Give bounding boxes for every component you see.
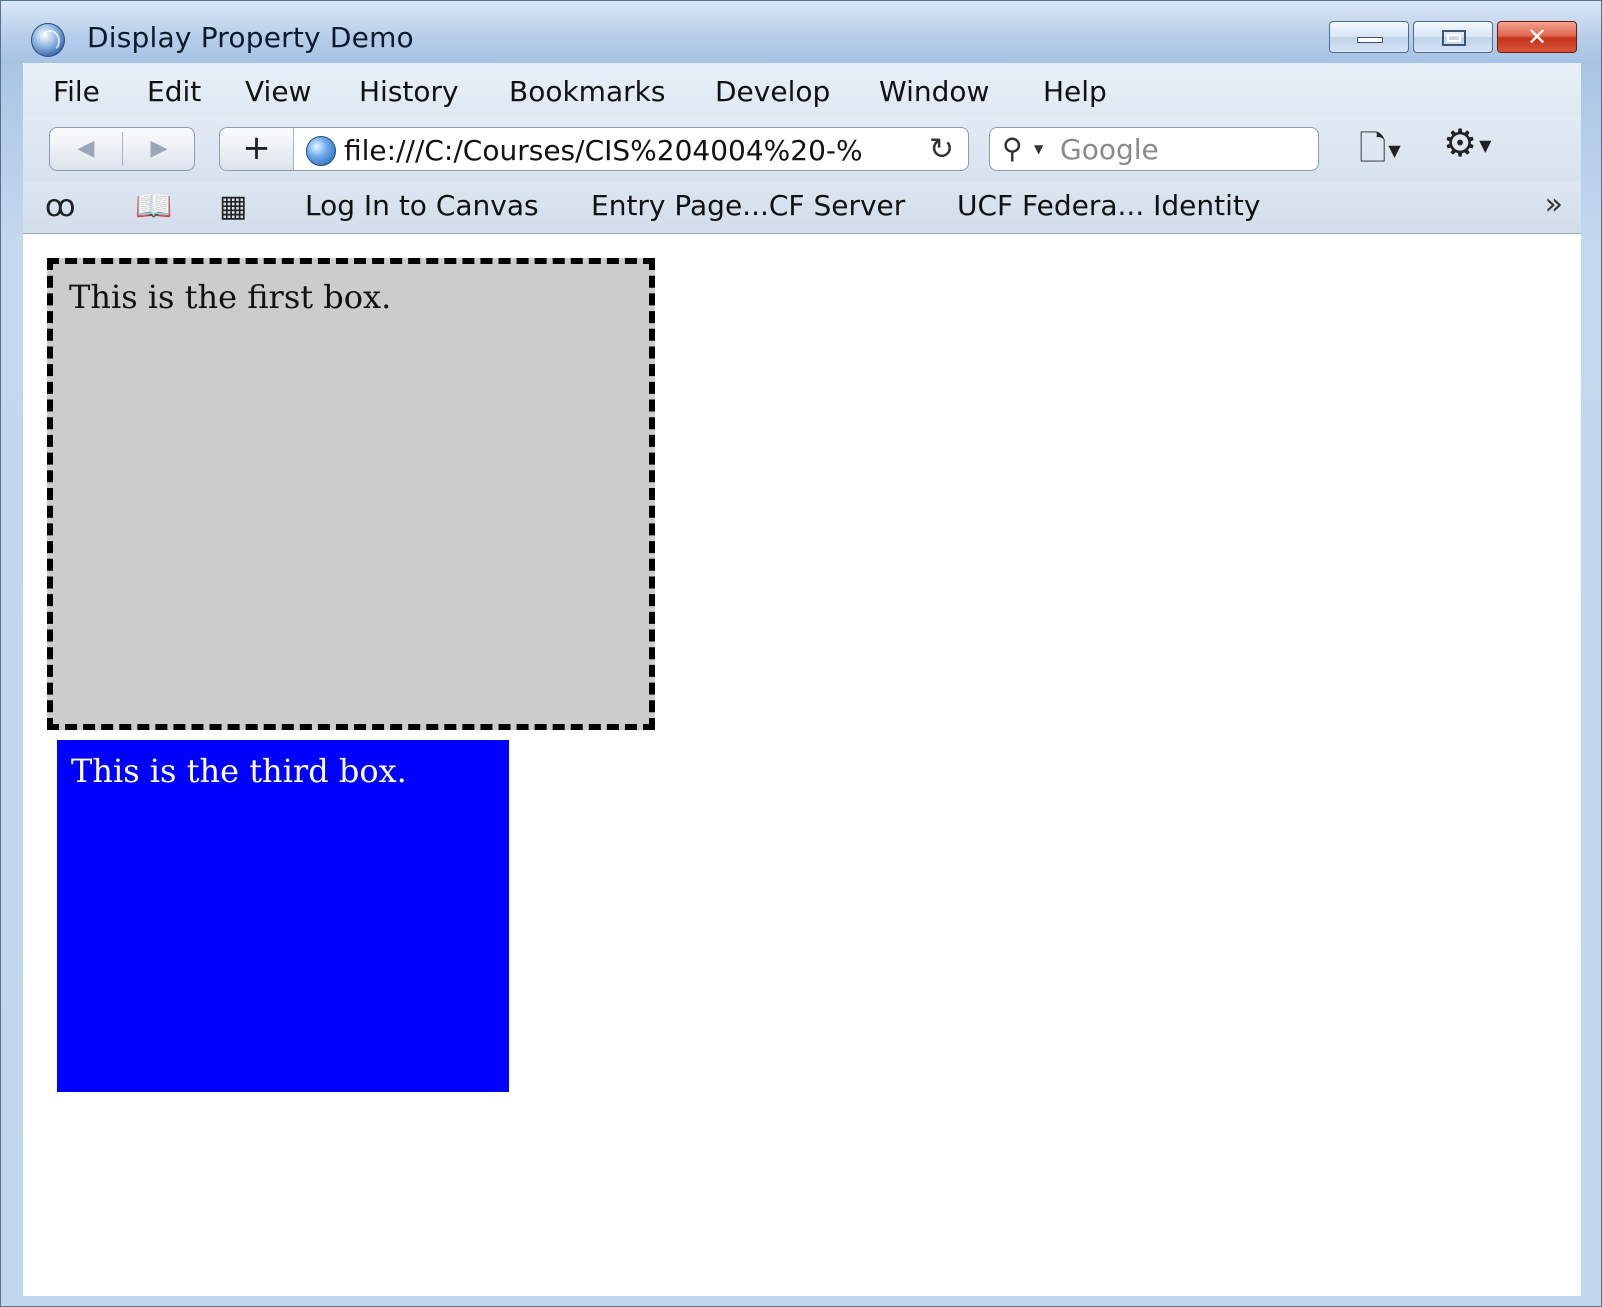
menu-help[interactable]: Help (1043, 75, 1107, 108)
minimize-icon (1357, 37, 1383, 43)
bookmark-canvas[interactable]: Log In to Canvas (305, 189, 539, 222)
third-box-text: This is the third box. (71, 752, 407, 790)
maximize-icon (1442, 30, 1466, 46)
first-box: This is the first box. (47, 258, 655, 730)
page-menu-icon[interactable]: 🗋 ▼ (1359, 125, 1401, 182)
menu-edit[interactable]: Edit (147, 75, 201, 108)
book-icon[interactable]: 📖 (135, 189, 172, 224)
menu-file[interactable]: File (53, 75, 100, 108)
page-content: This is the first box. This is the third… (23, 234, 1581, 1296)
minimize-button[interactable] (1329, 21, 1409, 53)
top-sites-grid-icon[interactable]: ▦ (219, 189, 247, 224)
maximize-button[interactable] (1413, 21, 1493, 53)
reload-icon[interactable]: ↻ (929, 132, 954, 167)
back-button[interactable]: ◀ (50, 128, 122, 170)
settings-gear-icon[interactable]: ⚙ ▼ (1443, 121, 1491, 165)
chevron-more-icon[interactable]: » (1545, 187, 1563, 222)
bookmark-ucf-federated[interactable]: UCF Federa... Identity (957, 189, 1260, 222)
app-icon (31, 23, 65, 57)
search-box: ⚲ ▼ (989, 127, 1319, 171)
search-dropdown-caret[interactable]: ▼ (1034, 142, 1043, 156)
back-forward-group: ◀ ▶ (49, 127, 195, 171)
search-input[interactable] (1060, 132, 1300, 166)
menu-window[interactable]: Window (879, 75, 989, 108)
menu-history[interactable]: History (359, 75, 459, 108)
address-input[interactable]: file:///C:/Courses/CIS%204004%20-% (344, 134, 904, 167)
bookmark-entry-page[interactable]: Entry Page...CF Server (591, 189, 905, 222)
search-icon[interactable]: ⚲ (1002, 132, 1023, 165)
forward-arrow-icon: ▶ (150, 136, 168, 161)
first-box-text: This is the first box. (69, 278, 392, 316)
globe-icon (306, 136, 336, 166)
close-icon: ✕ (1526, 23, 1548, 51)
menu-develop[interactable]: Develop (715, 75, 830, 108)
browser-window: Display Property Demo ✕ File Edit View H… (0, 0, 1602, 1307)
forward-button[interactable]: ▶ (123, 128, 195, 170)
back-arrow-icon: ◀ (77, 136, 95, 161)
add-bookmark-button[interactable]: + (220, 128, 294, 170)
reader-glasses-icon[interactable]: ꝏ (45, 189, 76, 224)
bookmarks-bar: ꝏ 📖 ▦ Log In to Canvas Entry Page...CF S… (23, 181, 1581, 234)
close-button[interactable]: ✕ (1497, 21, 1577, 53)
third-box: This is the third box. (57, 740, 509, 1092)
navigation-toolbar: ◀ ▶ + file:///C:/Courses/CIS%204004%20-%… (23, 117, 1581, 181)
menu-view[interactable]: View (245, 75, 311, 108)
window-title: Display Property Demo (87, 21, 414, 54)
title-bar: Display Property Demo ✕ (1, 1, 1601, 63)
menu-bookmarks[interactable]: Bookmarks (509, 75, 665, 108)
menu-bar: File Edit View History Bookmarks Develop… (23, 63, 1581, 117)
address-bar: + file:///C:/Courses/CIS%204004%20-% ↻ (219, 127, 969, 171)
